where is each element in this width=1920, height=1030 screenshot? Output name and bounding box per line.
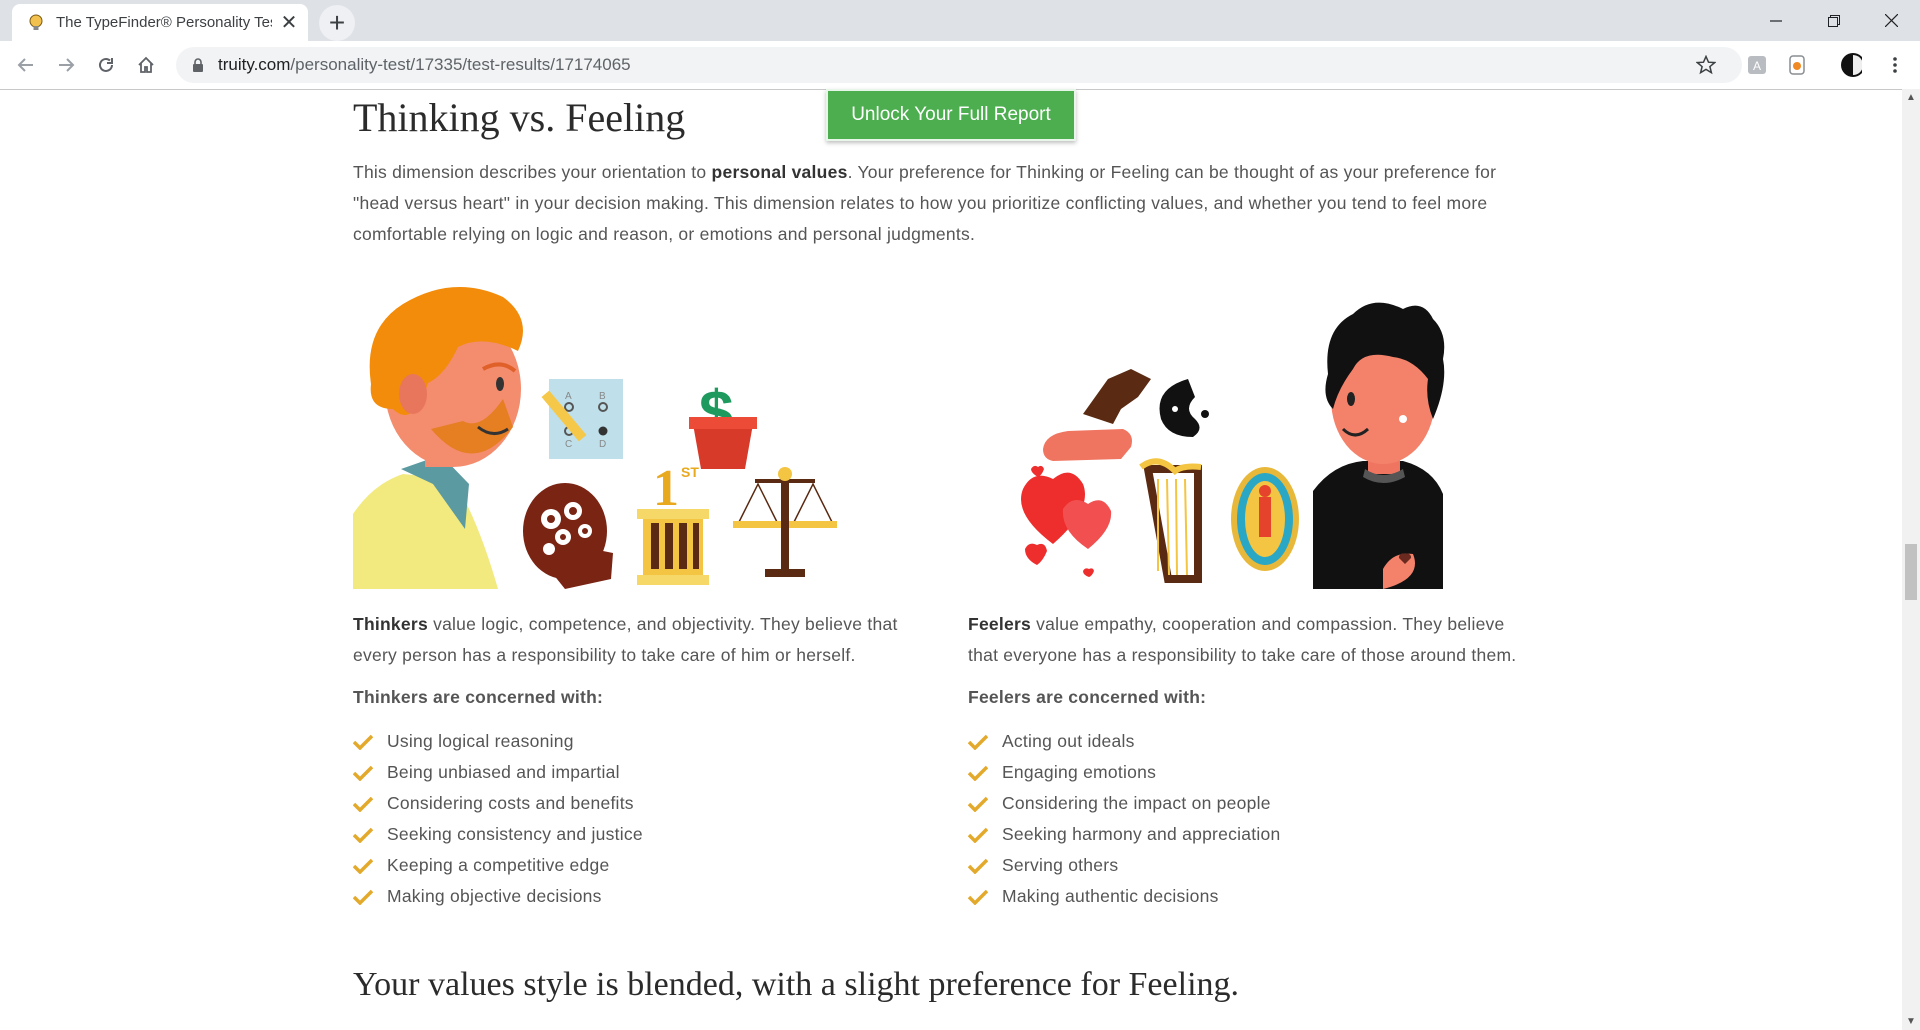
list-item-text: Considering the impact on people	[1002, 793, 1271, 813]
thinkers-desc-text: value logic, competence, and objectivity…	[353, 614, 898, 665]
list-item: Considering the impact on people	[968, 788, 1538, 819]
intro-paragraph: This dimension describes your orientatio…	[353, 157, 1543, 250]
svg-text:C: C	[565, 439, 572, 450]
svg-text:A: A	[565, 391, 572, 402]
list-item: Making objective decisions	[353, 881, 923, 912]
list-item: Seeking consistency and justice	[353, 819, 923, 850]
recording-extension-icon[interactable]	[1786, 54, 1808, 76]
thinkers-column: Thinkers value logic, competence, and ob…	[353, 609, 923, 912]
checkmark-icon	[353, 732, 375, 752]
bookmark-star-icon[interactable]	[1695, 54, 1717, 76]
feelers-column: Feelers value empathy, cooperation and c…	[968, 609, 1538, 912]
svg-text:1: 1	[653, 460, 679, 517]
thinker-illustration: A BC D $ 1 ST	[353, 287, 837, 589]
list-item-text: Seeking consistency and justice	[387, 824, 643, 844]
scrollbar-thumb[interactable]	[1905, 544, 1917, 600]
list-item-text: Making objective decisions	[387, 886, 602, 906]
checkmark-icon	[353, 794, 375, 814]
list-item-text: Making authentic decisions	[1002, 886, 1219, 906]
feelers-lead: Feelers	[968, 614, 1032, 634]
checkmark-icon	[353, 825, 375, 845]
forward-arrow-icon[interactable]	[50, 49, 82, 81]
new-tab-button[interactable]: +	[319, 5, 355, 41]
browser-tab-bar: The TypeFinder® Personality Test ✕ +	[0, 0, 1920, 41]
url-path: /personality-test/17335/test-results/171…	[290, 55, 631, 74]
browser-tab[interactable]: The TypeFinder® Personality Test ✕	[12, 4, 308, 41]
list-item: Keeping a competitive edge	[353, 850, 923, 881]
list-item-text: Using logical reasoning	[387, 731, 574, 751]
profile-avatar[interactable]	[1840, 53, 1862, 77]
lightbulb-icon	[26, 13, 46, 33]
unlock-report-button[interactable]: Unlock Your Full Report	[826, 89, 1076, 141]
tab-close-icon[interactable]: ✕	[278, 12, 300, 34]
svg-text:A: A	[1753, 59, 1761, 73]
scroll-down-arrow-icon[interactable]: ▼	[1902, 1013, 1920, 1030]
feelers-desc-text: value empathy, cooperation and compassio…	[968, 614, 1517, 665]
checkmark-icon	[353, 887, 375, 907]
svg-text:ST: ST	[681, 464, 699, 480]
back-arrow-icon[interactable]	[10, 49, 42, 81]
feelers-description: Feelers value empathy, cooperation and c…	[968, 609, 1538, 671]
list-item-text: Seeking harmony and appreciation	[1002, 824, 1281, 844]
list-item-text: Considering costs and benefits	[387, 793, 634, 813]
list-item-text: Serving others	[1002, 855, 1119, 875]
list-item-text: Keeping a competitive edge	[387, 855, 610, 875]
thinkers-list: Using logical reasoning Being unbiased a…	[353, 726, 923, 912]
checkmark-icon	[353, 763, 375, 783]
vertical-scrollbar[interactable]: ▲ ▼	[1902, 89, 1920, 1030]
close-window-icon[interactable]	[1862, 0, 1920, 41]
lock-icon[interactable]	[190, 57, 206, 73]
result-heading: Your values style is blended, with a sli…	[353, 966, 1240, 1003]
list-item: Being unbiased and impartial	[353, 757, 923, 788]
list-item: Making authentic decisions	[968, 881, 1538, 912]
intro-text-1: This dimension describes your orientatio…	[353, 162, 712, 182]
list-item: Engaging emotions	[968, 757, 1538, 788]
list-item-text: Acting out ideals	[1002, 731, 1135, 751]
feelers-list: Acting out ideals Engaging emotions Cons…	[968, 726, 1538, 912]
thinkers-description: Thinkers value logic, competence, and ob…	[353, 609, 923, 671]
main-content: Thinking vs. Feeling Unlock Your Full Re…	[353, 89, 1543, 1030]
scroll-up-arrow-icon[interactable]: ▲	[1902, 89, 1920, 106]
checkmark-icon	[968, 856, 990, 876]
list-item: Using logical reasoning	[353, 726, 923, 757]
list-item: Considering costs and benefits	[353, 788, 923, 819]
thinkers-lead: Thinkers	[353, 614, 428, 634]
reload-icon[interactable]	[90, 49, 122, 81]
menu-kebab-icon[interactable]	[1884, 54, 1906, 76]
checkmark-icon	[968, 763, 990, 783]
extension-icon[interactable]: A	[1746, 54, 1768, 76]
list-item: Serving others	[968, 850, 1538, 881]
feelers-concern-title: Feelers are concerned with:	[968, 687, 1207, 707]
minimize-icon[interactable]	[1747, 0, 1805, 41]
list-item: Seeking harmony and appreciation	[968, 819, 1538, 850]
list-item: Acting out ideals	[968, 726, 1538, 757]
url-domain: truity.com	[218, 55, 291, 74]
url-text: truity.com/personality-test/17335/test-r…	[218, 55, 631, 75]
checkmark-icon	[353, 856, 375, 876]
intro-bold: personal values	[711, 162, 848, 182]
svg-text:B: B	[599, 391, 606, 402]
home-icon[interactable]	[130, 49, 162, 81]
checkmark-icon	[968, 794, 990, 814]
thinkers-concern-title: Thinkers are concerned with:	[353, 687, 604, 707]
section-title: Thinking vs. Feeling	[353, 95, 686, 140]
restore-icon[interactable]	[1805, 0, 1863, 41]
checkmark-icon	[968, 825, 990, 845]
checkmark-icon	[968, 887, 990, 907]
address-bar[interactable]: truity.com/personality-test/17335/test-r…	[176, 47, 1742, 83]
svg-text:D: D	[599, 439, 606, 450]
checkmark-icon	[968, 732, 990, 752]
browser-toolbar: truity.com/personality-test/17335/test-r…	[0, 41, 1920, 90]
list-item-text: Engaging emotions	[1002, 762, 1157, 782]
tab-title: The TypeFinder® Personality Test	[56, 14, 272, 31]
list-item-text: Being unbiased and impartial	[387, 762, 620, 782]
feeler-illustration	[1021, 302, 1445, 589]
